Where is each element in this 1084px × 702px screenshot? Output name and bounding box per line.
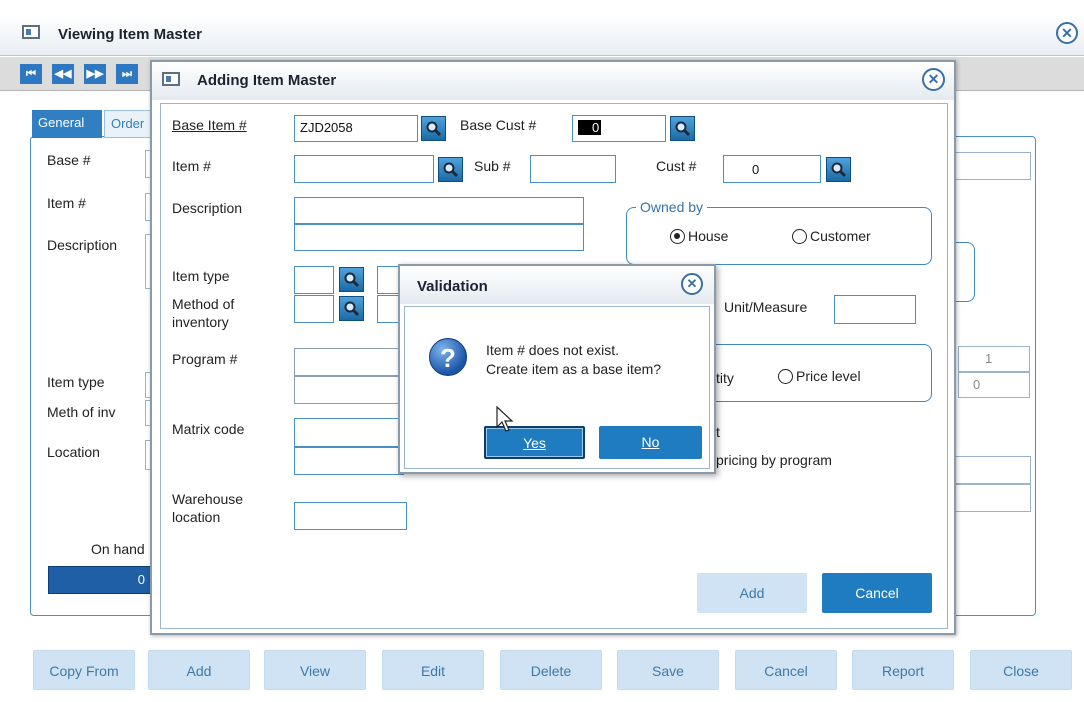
cust-number-label: Cust # — [656, 158, 697, 174]
description-line2-input[interactable] — [294, 224, 584, 251]
sub-number-label: Sub # — [474, 158, 511, 174]
dialog-cancel-button[interactable]: Cancel — [822, 573, 932, 613]
cust-number-input[interactable]: 0 — [723, 155, 821, 183]
item-type-label: Item type — [47, 374, 105, 390]
report-button[interactable]: Report — [852, 650, 954, 690]
item-label: Item # — [47, 195, 86, 211]
validation-message-line2: Create item as a base item? — [486, 361, 662, 377]
next-record-button[interactable]: ▶▶ — [84, 64, 106, 84]
validation-close-icon[interactable]: ✕ — [681, 273, 703, 295]
base-cust-selected-value: 0 — [578, 120, 602, 135]
no-label: No — [641, 434, 660, 450]
description-field-label: Description — [172, 200, 243, 216]
warehouse-label-1: Warehouse — [172, 491, 244, 507]
main-close-icon[interactable]: ✕ — [1056, 22, 1078, 44]
save-button[interactable]: Save — [617, 650, 719, 690]
yes-label: Yes — [523, 435, 546, 451]
validation-message-line1: Item # does not exist. — [486, 342, 620, 358]
right-field-top[interactable] — [955, 152, 1031, 180]
description-label: Description — [47, 237, 118, 253]
first-record-button[interactable]: ⏮ — [20, 64, 42, 84]
dialog-add-button[interactable]: Add — [697, 573, 807, 613]
base-item-search-icon[interactable] — [421, 116, 446, 141]
base-item-label: Base Item # — [172, 117, 247, 133]
pricing-by-program-label: pricing by program — [716, 452, 832, 468]
program-input-2[interactable] — [294, 376, 404, 404]
main-window-title: Viewing Item Master — [58, 26, 202, 43]
owned-customer-radio[interactable] — [792, 229, 807, 244]
warehouse-label-2: location — [172, 509, 221, 525]
item-type-search-icon[interactable] — [339, 267, 364, 292]
price-level-label: Price level — [796, 368, 861, 384]
owned-house-label: House — [688, 228, 729, 244]
method-inventory-label-1: Method of — [172, 296, 235, 312]
owned-house-radio[interactable] — [670, 229, 685, 244]
item-number-input[interactable] — [294, 155, 434, 183]
right-field-low-2[interactable] — [955, 484, 1031, 512]
program-input-1[interactable] — [294, 348, 404, 376]
meth-inv-label: Meth of inv — [47, 404, 116, 420]
view-button[interactable]: View — [264, 650, 366, 690]
last-record-button[interactable]: ⏭ — [116, 64, 138, 84]
tab-order[interactable]: Order — [104, 110, 154, 138]
copy-from-button[interactable]: Copy From — [33, 650, 135, 690]
add-button[interactable]: Add — [148, 650, 250, 690]
program-label: Program # — [172, 351, 238, 367]
mouse-cursor-icon — [496, 406, 514, 432]
owned-customer-label: Customer — [810, 228, 871, 244]
item-number-search-icon[interactable] — [438, 157, 463, 182]
right-number-field-1[interactable]: 1 — [958, 346, 1030, 372]
owned-by-label: Owned by — [636, 199, 708, 215]
base-cust-search-icon[interactable] — [670, 116, 695, 141]
base-cust-label: Base Cust # — [460, 117, 537, 133]
item-type-input[interactable] — [294, 266, 334, 294]
sub-number-input[interactable] — [530, 155, 616, 183]
matrix-code-input-2[interactable] — [294, 447, 404, 475]
base-item-input[interactable]: ZJD2058 — [294, 115, 418, 142]
item-number-label: Item # — [172, 158, 211, 174]
location-label: Location — [47, 444, 100, 460]
base-cust-input[interactable]: 0 — [572, 115, 666, 142]
base-label: Base # — [47, 152, 91, 168]
unit-measure-input[interactable] — [834, 295, 916, 324]
add-dialog-close-icon[interactable]: ✕ — [922, 68, 945, 91]
add-dialog-title: Adding Item Master — [197, 72, 337, 89]
matrix-code-input-1[interactable] — [294, 418, 404, 447]
window-icon — [22, 25, 40, 39]
add-dialog-window-icon — [162, 72, 180, 86]
prev-record-button[interactable]: ◀◀ — [52, 64, 74, 84]
matrix-code-label: Matrix code — [172, 421, 245, 437]
quantity-partial-label: tity — [716, 370, 734, 386]
method-inventory-label-2: inventory — [172, 314, 229, 330]
close-button[interactable]: Close — [970, 650, 1072, 690]
item-type-field-label: Item type — [172, 268, 230, 284]
cancel-button[interactable]: Cancel — [735, 650, 837, 690]
on-hand-field: 0 — [48, 566, 152, 594]
set-partial-label: t — [716, 424, 720, 440]
right-field-low-1[interactable] — [955, 456, 1031, 484]
description-line1-input[interactable] — [294, 197, 584, 224]
right-number-2: 0 — [973, 377, 981, 392]
validation-title: Validation — [417, 278, 488, 295]
on-hand-value: 0 — [137, 572, 145, 587]
right-number-1: 1 — [985, 351, 993, 366]
right-number-field-2[interactable]: 0 — [958, 372, 1030, 398]
delete-button[interactable]: Delete — [500, 650, 602, 690]
tab-general[interactable]: General — [32, 110, 102, 138]
on-hand-label: On hand — [91, 541, 145, 557]
unit-measure-label: Unit/Measure — [724, 299, 808, 315]
warehouse-location-input[interactable] — [294, 502, 407, 530]
question-icon: ? — [429, 338, 467, 376]
method-inventory-input[interactable] — [294, 295, 334, 323]
method-inventory-search-icon[interactable] — [339, 296, 364, 321]
price-level-radio[interactable] — [778, 369, 793, 384]
right-group-stub — [955, 242, 975, 302]
cust-number-search-icon[interactable] — [826, 157, 851, 182]
edit-button[interactable]: Edit — [382, 650, 484, 690]
validation-no-button[interactable]: No — [599, 426, 702, 459]
